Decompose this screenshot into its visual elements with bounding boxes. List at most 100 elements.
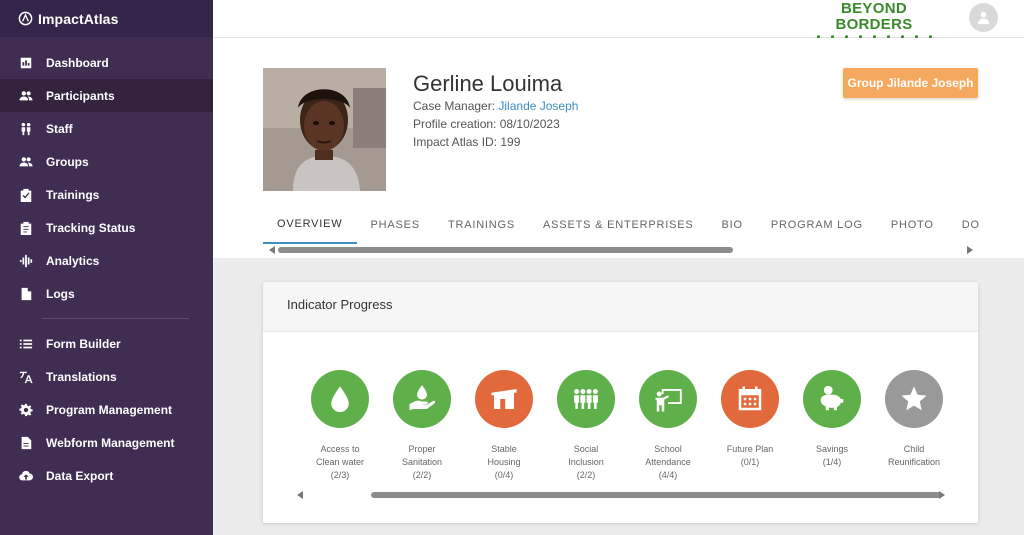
app-name: ImpactAtlas bbox=[38, 10, 119, 27]
scroll-thumb[interactable] bbox=[371, 492, 941, 498]
indicator-label: Access to Clean water (2/3) bbox=[315, 444, 365, 480]
user-avatar[interactable] bbox=[969, 3, 998, 32]
sidebar-item-label: Trainings bbox=[46, 187, 100, 202]
group-button[interactable]: Group Jilande Joseph bbox=[843, 68, 978, 98]
teacher-board-icon bbox=[639, 370, 697, 428]
sidebar-item-translations[interactable]: Translations bbox=[0, 360, 213, 393]
indicator-social-inclusion[interactable]: Social Inclusion (2/2) bbox=[545, 370, 627, 482]
gear-icon bbox=[18, 402, 33, 417]
indicator-future-plan[interactable]: Future Plan (0/1) bbox=[709, 370, 791, 482]
tab-program-log[interactable]: PROGRAM LOG bbox=[757, 206, 877, 244]
indicator-clean-water[interactable]: Access to Clean water (2/3) bbox=[299, 370, 381, 482]
indicators-scrollbar[interactable] bbox=[291, 490, 951, 500]
file-icon bbox=[18, 286, 33, 301]
sidebar-item-label: Program Management bbox=[46, 402, 173, 417]
chart-icon bbox=[18, 55, 33, 70]
sidebar: ImpactAtlas Dashboard Participants Staff… bbox=[0, 0, 213, 535]
user-icon bbox=[977, 11, 990, 25]
sidebar-item-form-builder[interactable]: Form Builder bbox=[0, 327, 213, 360]
waveform-icon bbox=[18, 253, 33, 268]
tab-trainings[interactable]: TRAININGS bbox=[434, 206, 529, 244]
indicator-savings[interactable]: Savings (1/4) bbox=[791, 370, 873, 482]
clipboard-check-icon bbox=[18, 187, 33, 202]
list-icon bbox=[18, 336, 33, 351]
sidebar-item-analytics[interactable]: Analytics bbox=[0, 244, 213, 277]
tabs-scrollbar[interactable] bbox=[263, 245, 979, 255]
scroll-left-icon[interactable] bbox=[297, 491, 303, 499]
house-icon bbox=[475, 370, 533, 428]
sidebar-item-label: Webform Management bbox=[46, 435, 175, 450]
indicator-label: Savings (1/4) bbox=[815, 444, 849, 467]
people-group-icon bbox=[557, 370, 615, 428]
sidebar-item-label: Staff bbox=[46, 121, 73, 136]
scroll-thumb[interactable] bbox=[278, 247, 733, 253]
app-brand[interactable]: ImpactAtlas bbox=[0, 0, 213, 37]
sidebar-item-program-management[interactable]: Program Management bbox=[0, 393, 213, 426]
sidebar-item-label: Translations bbox=[46, 369, 117, 384]
indicator-child-reunification[interactable]: Child Reunification bbox=[873, 370, 955, 482]
sidebar-item-label: Logs bbox=[46, 286, 75, 301]
scroll-left-icon[interactable] bbox=[269, 246, 275, 254]
piggy-bank-icon bbox=[803, 370, 861, 428]
indicator-progress-card: Indicator Progress Access to Clean water(… bbox=[263, 282, 978, 523]
sidebar-item-label: Groups bbox=[46, 154, 89, 169]
indicator-label: Social Inclusion (2/2) bbox=[568, 444, 604, 480]
profile-card: Gerline Louima Case Manager: Jilande Jos… bbox=[213, 38, 1024, 258]
scroll-right-icon[interactable] bbox=[967, 246, 973, 254]
sidebar-item-dashboard[interactable]: Dashboard bbox=[0, 46, 213, 79]
case-manager-line: Case Manager: Jilande Joseph bbox=[413, 99, 578, 113]
hand-water-icon bbox=[393, 370, 451, 428]
top-bar: BEYOND BORDERS bbox=[213, 0, 1024, 46]
translate-icon bbox=[18, 369, 33, 384]
sidebar-item-webform-management[interactable]: Webform Management bbox=[0, 426, 213, 459]
star-icon bbox=[885, 370, 943, 428]
indicator-list: Access to Clean water (2/3) Proper Sanitati… bbox=[299, 370, 955, 482]
clipboard-list-icon bbox=[18, 220, 33, 235]
sidebar-item-label: Dashboard bbox=[46, 55, 109, 70]
indicator-school-attendance[interactable]: School Attendance (4/4) bbox=[627, 370, 709, 482]
sidebar-item-trainings[interactable]: Trainings bbox=[0, 178, 213, 211]
indicator-housing[interactable]: Stable Housing (0/4) bbox=[463, 370, 545, 482]
cloud-upload-icon bbox=[18, 468, 33, 483]
indicator-label: Proper Sanitation (2/2) bbox=[401, 444, 443, 480]
sidebar-item-label: Tracking Status bbox=[46, 220, 136, 235]
indicator-label: Child Reunification bbox=[887, 444, 941, 467]
tab-bio[interactable]: BIO bbox=[708, 206, 757, 244]
tab-documents[interactable]: DOCUMENTS bbox=[948, 206, 979, 244]
atlas-logo-icon bbox=[18, 11, 33, 26]
water-drop-icon bbox=[311, 370, 369, 428]
participant-photo[interactable] bbox=[263, 68, 386, 191]
profile-tabs: OVERVIEW PHASES TRAININGS ASSETS & ENTER… bbox=[263, 206, 979, 244]
sidebar-item-label: Data Export bbox=[46, 468, 114, 483]
indicator-label: School Attendance (4/4) bbox=[645, 444, 691, 480]
sidebar-item-label: Analytics bbox=[46, 253, 100, 268]
tab-assets-enterprises[interactable]: ASSETS & ENTERPRISES bbox=[529, 206, 707, 244]
participant-name: Gerline Louima bbox=[413, 71, 563, 96]
logo-text: BEYOND BORDERS bbox=[835, 0, 913, 33]
beyond-borders-logo[interactable]: BEYOND BORDERS bbox=[803, 0, 945, 46]
indicator-progress-title: Indicator Progress bbox=[263, 282, 978, 332]
case-manager-label: Case Manager: bbox=[413, 99, 496, 113]
tab-photo[interactable]: PHOTO bbox=[877, 206, 948, 244]
sidebar-item-label: Form Builder bbox=[46, 336, 121, 351]
sidebar-item-staff[interactable]: Staff bbox=[0, 112, 213, 145]
tab-phases[interactable]: PHASES bbox=[357, 206, 434, 244]
sidebar-item-label: Participants bbox=[46, 88, 115, 103]
scroll-right-icon[interactable] bbox=[939, 491, 945, 499]
profile-creation: Profile creation: 08/10/2023 bbox=[413, 117, 560, 131]
sidebar-item-groups[interactable]: Groups bbox=[0, 145, 213, 178]
staff-icon bbox=[18, 121, 33, 136]
sidebar-divider bbox=[42, 318, 189, 319]
case-manager-link[interactable]: Jilande Joseph bbox=[498, 99, 578, 113]
sidebar-item-logs[interactable]: Logs bbox=[0, 277, 213, 310]
tab-overview[interactable]: OVERVIEW bbox=[263, 206, 357, 244]
sidebar-item-tracking-status[interactable]: Tracking Status bbox=[0, 211, 213, 244]
impact-atlas-id: Impact Atlas ID: 199 bbox=[413, 135, 521, 149]
indicator-sanitation[interactable]: Proper Sanitation (2/2) bbox=[381, 370, 463, 482]
indicator-label: Future Plan (0/1) bbox=[726, 444, 774, 467]
file-icon bbox=[18, 435, 33, 450]
people-icon bbox=[18, 88, 33, 103]
sidebar-item-data-export[interactable]: Data Export bbox=[0, 459, 213, 492]
calendar-icon bbox=[721, 370, 779, 428]
sidebar-item-participants[interactable]: Participants bbox=[0, 79, 213, 112]
